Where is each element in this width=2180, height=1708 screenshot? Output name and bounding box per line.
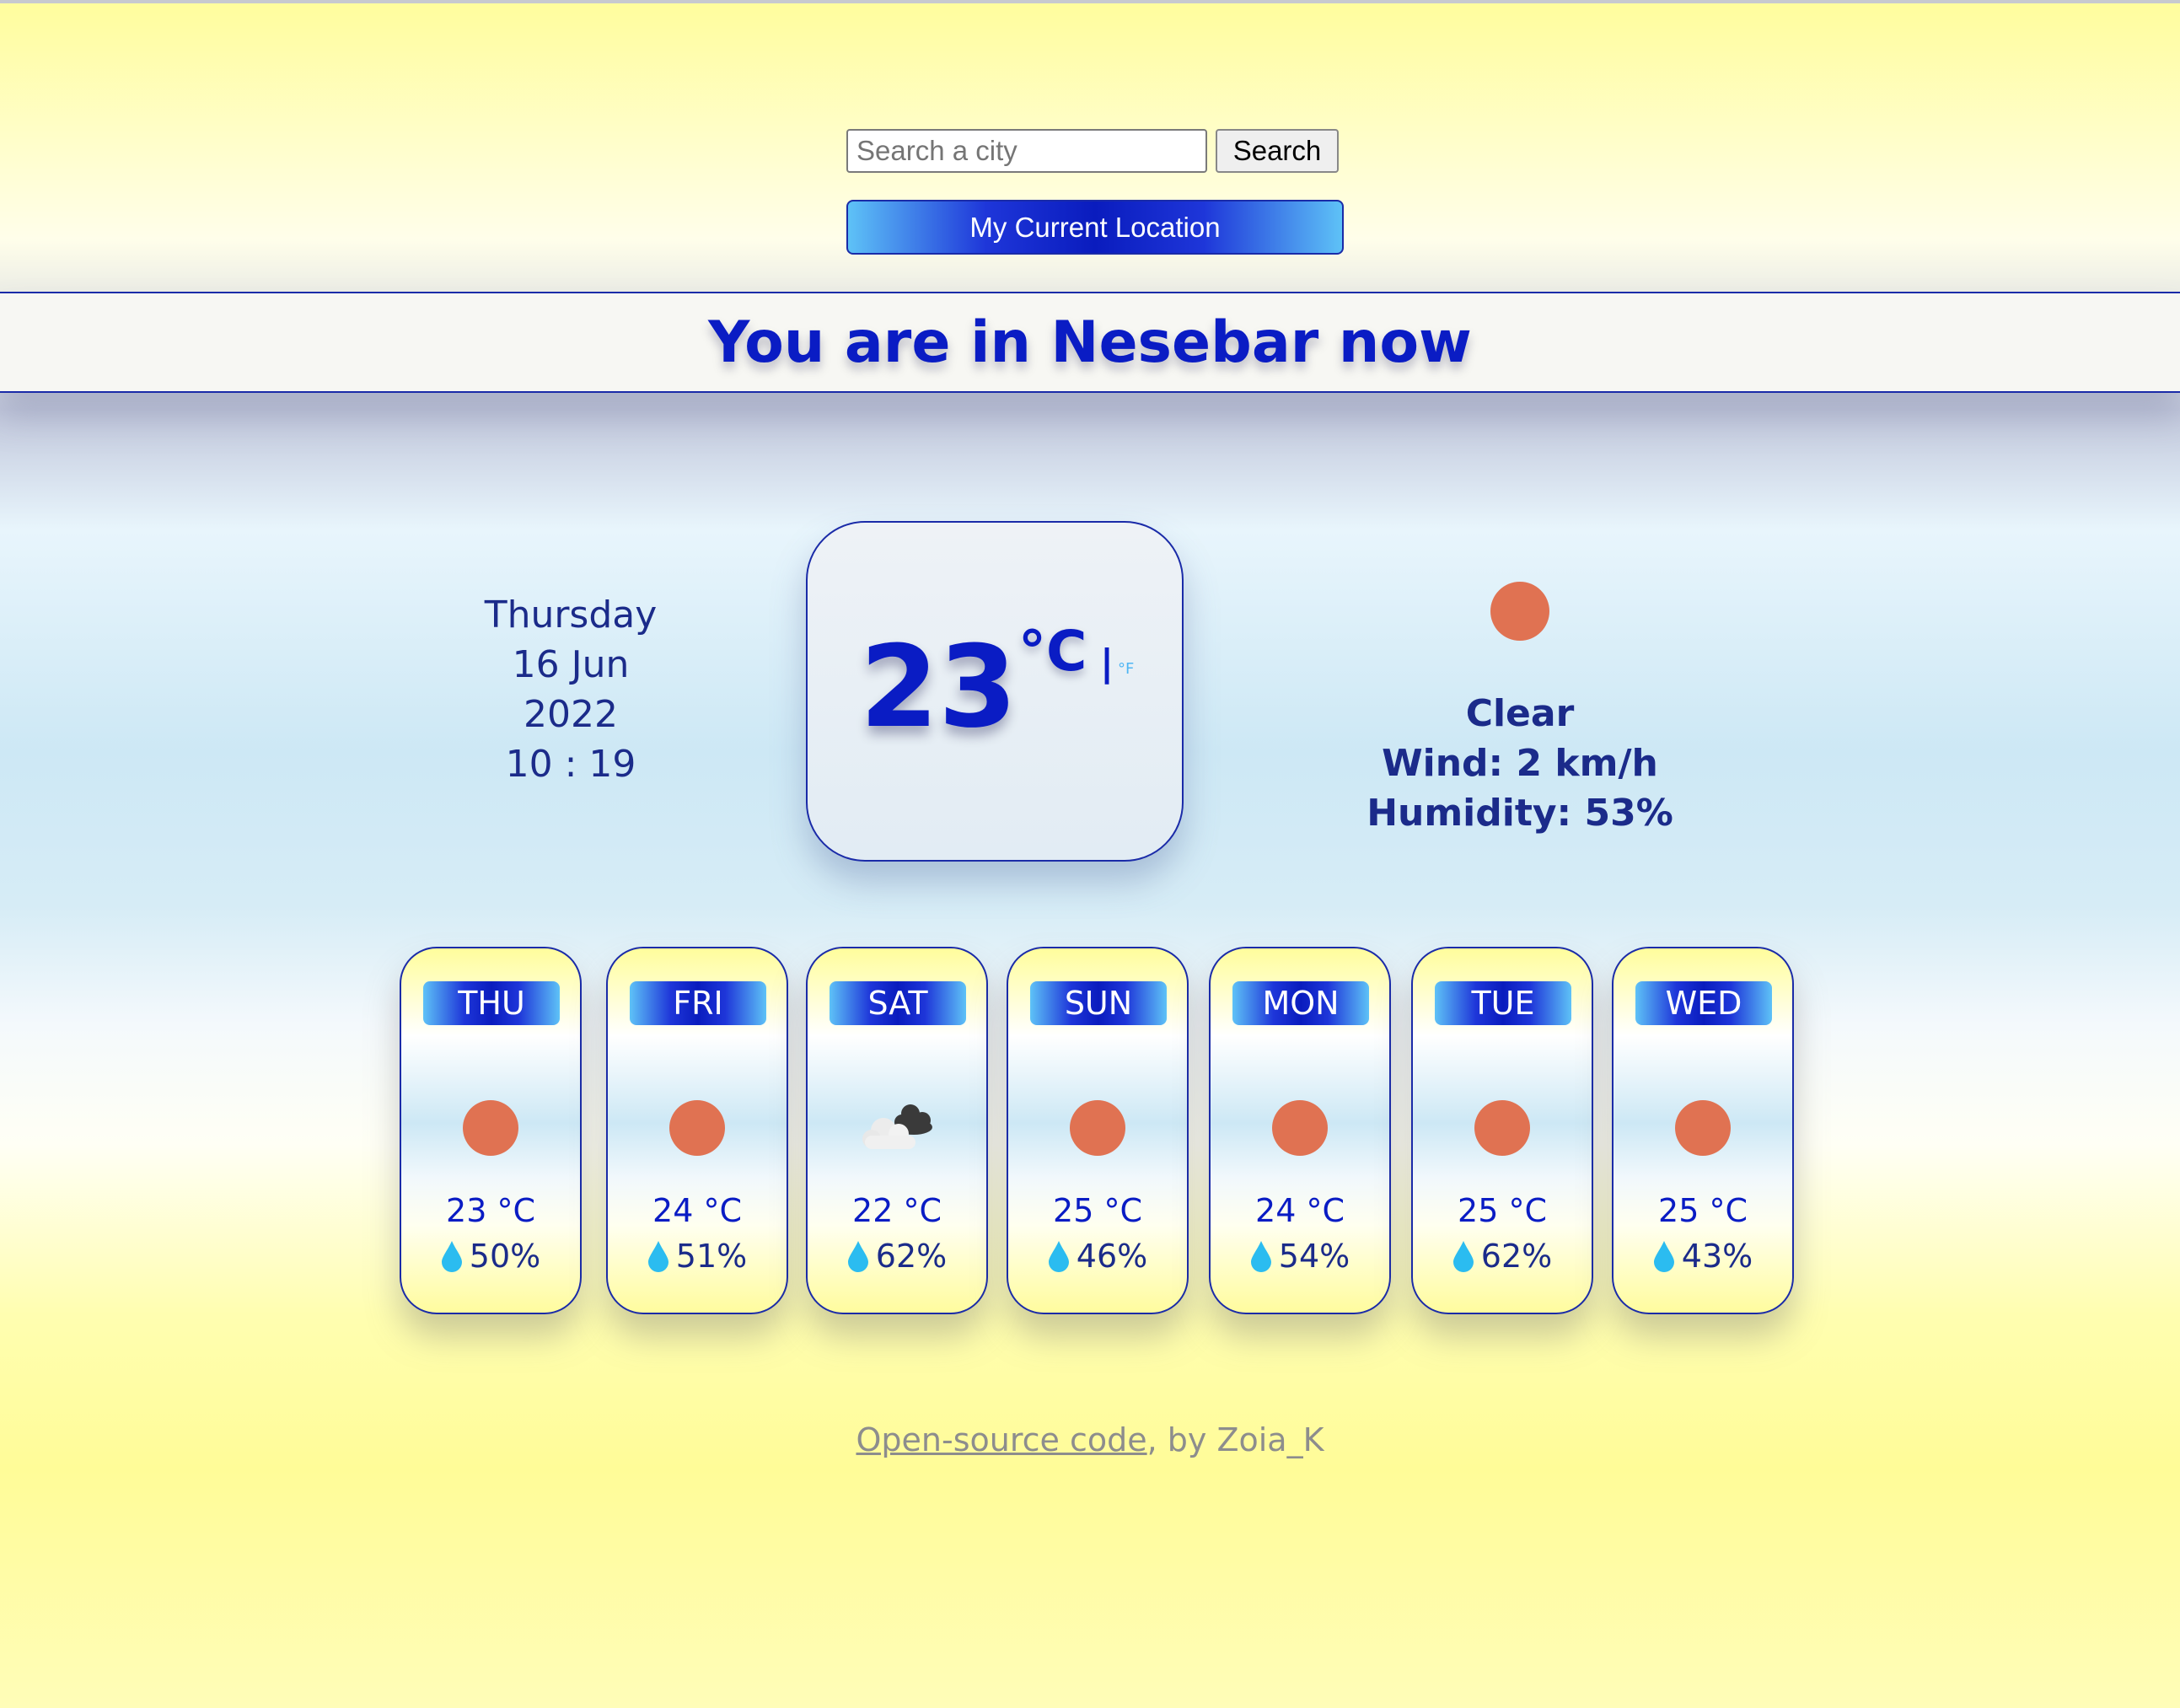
current-time: 10 : 19 — [505, 743, 636, 786]
current-day: Thursday — [484, 594, 658, 636]
forecast-card: SUN 25 °C 46% — [1007, 947, 1189, 1314]
forecast-day: TUE — [1435, 981, 1571, 1025]
forecast-humidity: 50% — [469, 1238, 541, 1275]
sun-icon — [1474, 1100, 1530, 1156]
footer: Open-source code, by Zoia_K — [0, 1421, 2180, 1458]
search-input[interactable] — [846, 129, 1207, 173]
source-code-link[interactable]: Open-source code — [856, 1421, 1146, 1458]
forecast-temp: 22 °C — [852, 1192, 942, 1229]
water-drop-icon — [847, 1240, 869, 1272]
celsius-toggle[interactable]: °C — [1018, 624, 1087, 679]
current-date: 16 Jun — [512, 643, 630, 686]
forecast-temp: 24 °C — [652, 1192, 742, 1229]
search-button[interactable]: Search — [1216, 129, 1339, 173]
water-drop-icon — [1653, 1240, 1675, 1272]
forecast-card: WED 25 °C 43% — [1612, 947, 1794, 1314]
fahrenheit-toggle[interactable]: °F — [1118, 662, 1134, 677]
water-drop-icon — [441, 1240, 463, 1272]
conditions-block: Clear Wind: 2 km/h Humidity: 53% — [1332, 582, 1708, 838]
water-drop-icon — [1452, 1240, 1474, 1272]
cloud-icon — [855, 1097, 939, 1159]
forecast-temp: 24 °C — [1255, 1192, 1345, 1229]
forecast-humidity: 43% — [1681, 1238, 1753, 1275]
forecast-day: THU — [423, 981, 560, 1025]
water-drop-icon — [647, 1240, 669, 1272]
forecast-card: THU 23 °C 50% — [400, 947, 582, 1314]
forecast-humidity: 62% — [875, 1238, 948, 1275]
forecast-temp: 25 °C — [1458, 1192, 1547, 1229]
forecast-day: FRI — [630, 981, 766, 1025]
sun-icon — [1675, 1100, 1731, 1156]
forecast-day: SUN — [1030, 981, 1167, 1025]
current-year: 2022 — [524, 693, 618, 736]
forecast-card: SAT 22 °C 62% — [806, 947, 988, 1314]
unit-separator: | — [1100, 642, 1114, 685]
current-temperature: 23 — [860, 621, 1018, 753]
forecast-humidity: 54% — [1278, 1238, 1350, 1275]
current-location-button[interactable]: My Current Location — [846, 200, 1344, 255]
condition-text: Clear — [1465, 692, 1575, 735]
footer-author: , by Zoia_K — [1146, 1421, 1324, 1458]
forecast-temp: 25 °C — [1053, 1192, 1142, 1229]
forecast-humidity: 51% — [675, 1238, 748, 1275]
city-title: You are in Nesebar now — [708, 309, 1472, 376]
forecast-humidity: 62% — [1480, 1238, 1553, 1275]
city-banner: You are in Nesebar now — [0, 292, 2180, 393]
date-time-block: Thursday 16 Jun 2022 10 : 19 — [402, 590, 739, 789]
humidity-text: Humidity: 53% — [1367, 792, 1673, 835]
sun-icon — [1490, 582, 1549, 641]
current-temperature-card: 23 °C | °F — [806, 521, 1184, 862]
forecast-humidity: 46% — [1076, 1238, 1148, 1275]
sun-icon — [463, 1100, 518, 1156]
forecast-temp: 25 °C — [1658, 1192, 1748, 1229]
sun-icon — [1070, 1100, 1125, 1156]
forecast-temp: 23 °C — [446, 1192, 535, 1229]
wind-text: Wind: 2 km/h — [1382, 742, 1658, 785]
sun-icon — [669, 1100, 725, 1156]
forecast-day: WED — [1635, 981, 1772, 1025]
forecast-card: TUE 25 °C 62% — [1411, 947, 1593, 1314]
forecast-day: MON — [1232, 981, 1369, 1025]
water-drop-icon — [1048, 1240, 1070, 1272]
forecast-card: MON 24 °C 54% — [1209, 947, 1391, 1314]
water-drop-icon — [1250, 1240, 1272, 1272]
search-bar: Search — [846, 129, 1339, 173]
top-border — [0, 0, 2180, 3]
sun-icon — [1272, 1100, 1328, 1156]
forecast-card: FRI 24 °C 51% — [606, 947, 788, 1314]
forecast-day: SAT — [830, 981, 966, 1025]
